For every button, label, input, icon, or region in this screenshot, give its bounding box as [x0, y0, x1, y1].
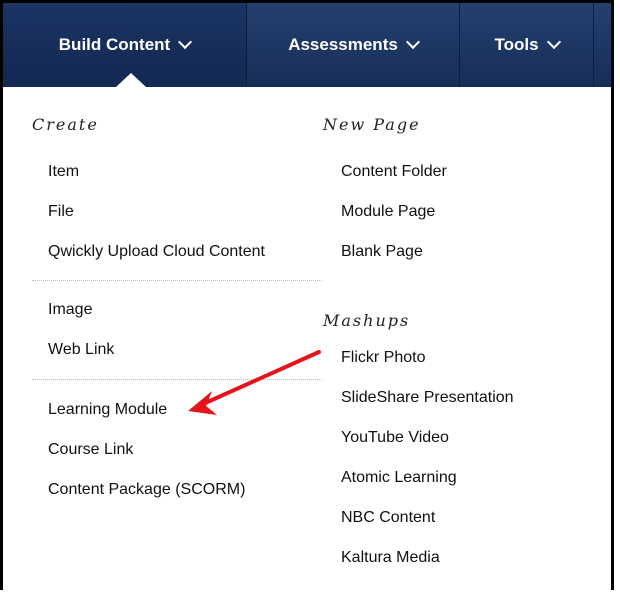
- tab-build-content-label: Build Content: [58, 35, 171, 54]
- annotation-arrow-icon: [188, 350, 321, 415]
- chevron-down-icon: [178, 34, 193, 50]
- screenshot-frame: Build Content Assessments Tools Create I…: [0, 0, 614, 590]
- tab-assessments[interactable]: Assessments: [247, 3, 460, 87]
- build-content-dropdown: Create Item File Qwickly Upload Cloud Co…: [3, 87, 611, 590]
- tab-tools[interactable]: Tools: [460, 3, 594, 87]
- course-menubar: Build Content Assessments Tools: [3, 3, 611, 87]
- chevron-down-icon: [546, 34, 561, 50]
- chevron-down-icon: [405, 34, 420, 50]
- tab-assessments-label: Assessments: [288, 35, 398, 54]
- tab-tools-label: Tools: [494, 35, 539, 54]
- dropdown-pointer: [116, 73, 146, 87]
